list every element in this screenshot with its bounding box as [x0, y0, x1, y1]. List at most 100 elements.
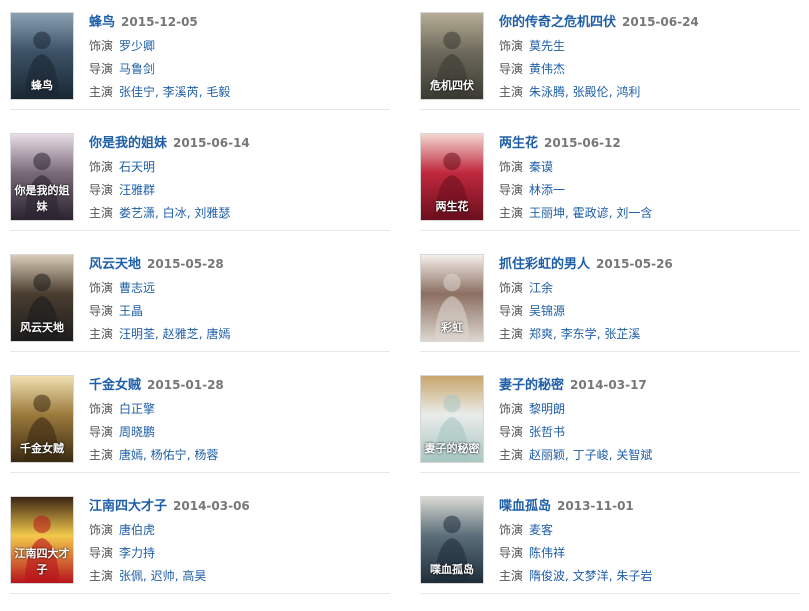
poster-image[interactable]: 千金女贼 — [10, 375, 74, 463]
cast-member-link[interactable]: 唐嫣 — [119, 448, 143, 462]
release-date: 2015-05-26 — [596, 257, 673, 271]
role-row: 饰演 白正擎 — [89, 400, 389, 418]
director-link[interactable]: 李力持 — [119, 546, 155, 560]
cast-row: 主演 朱泳腾, 张殿伦, 鸿利 — [499, 83, 799, 101]
cast-label: 主演 — [499, 448, 524, 462]
row-divider — [420, 351, 800, 352]
drama-title-link[interactable]: 千金女贼 — [89, 378, 141, 393]
cast-member-link[interactable]: 张芷溪 — [604, 327, 640, 341]
row-divider — [10, 351, 390, 352]
cast-row: 主演 郑爽, 李东学, 张芷溪 — [499, 325, 799, 343]
cast-member-link[interactable]: 李溪芮 — [163, 85, 199, 99]
cast-member-link[interactable]: 杨佑宁 — [151, 448, 187, 462]
role-name: 白正擎 — [119, 402, 156, 416]
cast-member-link[interactable]: 关智斌 — [616, 448, 652, 462]
director-row: 导演 林添一 — [499, 181, 799, 199]
director-label: 导演 — [499, 62, 524, 76]
director-row: 导演 马鲁剑 — [89, 60, 389, 78]
cast-separator: , — [155, 206, 163, 220]
director-link[interactable]: 汪雅群 — [119, 183, 155, 197]
drama-title-link[interactable]: 喋血孤岛 — [499, 499, 551, 514]
director-link[interactable]: 张哲书 — [529, 425, 565, 439]
cast-member-link[interactable]: 鸿利 — [616, 85, 640, 99]
director-label: 导演 — [89, 304, 114, 318]
role-row: 饰演 曹志远 — [89, 279, 389, 297]
director-row: 导演 张哲书 — [499, 423, 799, 441]
cast-member-link[interactable]: 李东学 — [561, 327, 597, 341]
director-link[interactable]: 马鲁剑 — [119, 62, 155, 76]
cast-member-link[interactable]: 赵雅芝 — [163, 327, 199, 341]
cast-member-link[interactable]: 朱子岩 — [616, 569, 652, 583]
drama-info: 风云天地 2015-05-28 饰演 曹志远 导演 王晶 主演 汪明荃, 赵雅芝, 唐嫣 — [89, 255, 389, 343]
cast-label: 主演 — [89, 448, 114, 462]
cast-member-link[interactable]: 隋俊波 — [529, 569, 565, 583]
drama-info: 蜂鸟 2015-12-05 饰演 罗少卿 导演 马鲁剑 主演 张佳宁, 李溪芮, 毛毅 — [89, 13, 389, 101]
drama-title-link[interactable]: 你是我的姐妹 — [89, 136, 167, 151]
director-link[interactable]: 王晶 — [119, 304, 143, 318]
drama-title-link[interactable]: 两生花 — [499, 136, 538, 151]
drama-info: 喋血孤岛 2013-11-01 饰演 麦客 导演 陈伟祥 主演 隋俊波, 文梦洋, 朱子岩 — [499, 497, 799, 585]
role-name: 黎明朗 — [529, 402, 566, 416]
poster-image[interactable]: 彩虹 — [420, 254, 484, 342]
cast-member-link[interactable]: 汪明荃 — [119, 327, 155, 341]
poster-image[interactable]: 风云天地 — [10, 254, 74, 342]
cast-member-link[interactable]: 唐嫣 — [206, 327, 230, 341]
row-divider — [420, 593, 800, 594]
role-row: 饰演 秦谟 — [499, 158, 799, 176]
drama-title-link[interactable]: 江南四大才子 — [89, 499, 167, 514]
cast-member-link[interactable]: 丁子峻 — [573, 448, 609, 462]
director-link[interactable]: 林添一 — [529, 183, 565, 197]
cast-member-link[interactable]: 张佩 — [119, 569, 143, 583]
drama-title-link[interactable]: 风云天地 — [89, 257, 141, 272]
drama-title-link[interactable]: 蜂鸟 — [89, 15, 115, 30]
director-label: 导演 — [89, 62, 114, 76]
drama-info: 妻子的秘密 2014-03-17 饰演 黎明朗 导演 张哲书 主演 赵丽颖, 丁子峻, 关智斌 — [499, 376, 799, 464]
release-date: 2015-12-05 — [121, 15, 198, 29]
cast-row: 主演 张佩, 迟帅, 高昊 — [89, 567, 389, 585]
row-divider — [420, 472, 800, 473]
director-link[interactable]: 周晓鹏 — [119, 425, 155, 439]
cast-member-link[interactable]: 高昊 — [182, 569, 206, 583]
row-divider — [10, 593, 390, 594]
role-name: 罗少卿 — [119, 39, 156, 53]
director-link[interactable]: 黄伟杰 — [529, 62, 565, 76]
cast-member-link[interactable]: 郑爽 — [529, 327, 553, 341]
director-link[interactable]: 陈伟祥 — [529, 546, 565, 560]
cast-member-link[interactable]: 刘一含 — [616, 206, 652, 220]
role-label: 饰演 — [89, 523, 114, 537]
cast-member-link[interactable]: 张佳宁 — [119, 85, 155, 99]
cast-member-link[interactable]: 娄艺潇 — [119, 206, 155, 220]
poster-image[interactable]: 江南四大才子 — [10, 496, 74, 584]
cast-label: 主演 — [89, 206, 114, 220]
cast-member-link[interactable]: 朱泳腾 — [529, 85, 565, 99]
cast-member-link[interactable]: 杨蓉 — [194, 448, 218, 462]
cast-member-link[interactable]: 毛毅 — [206, 85, 230, 99]
drama-title-link[interactable]: 你的传奇之危机四伏 — [499, 15, 616, 30]
poster-image[interactable]: 蜂鸟 — [10, 12, 74, 100]
cast-member-link[interactable]: 张殿伦 — [573, 85, 609, 99]
drama-item: 妻子的秘密 妻子的秘密 2014-03-17 饰演 黎明朗 导演 张哲书 主演 赵丽颖, 丁子峻… — [410, 363, 800, 473]
role-name: 江余 — [529, 281, 554, 295]
drama-info: 江南四大才子 2014-03-06 饰演 唐伯虎 导演 李力持 主演 张佩, 迟帅, 高昊 — [89, 497, 389, 585]
cast-member-link[interactable]: 白冰 — [163, 206, 187, 220]
poster-image[interactable]: 你是我的姐妹 — [10, 133, 74, 221]
cast-member-link[interactable]: 王丽坤 — [529, 206, 565, 220]
cast-member-link[interactable]: 刘雅瑟 — [194, 206, 230, 220]
drama-title-link[interactable]: 妻子的秘密 — [499, 378, 564, 393]
poster-image[interactable]: 危机四伏 — [420, 12, 484, 100]
cast-member-link[interactable]: 赵丽颖 — [529, 448, 565, 462]
release-date: 2015-06-14 — [173, 136, 250, 150]
director-label: 导演 — [499, 425, 524, 439]
poster-image[interactable]: 喋血孤岛 — [420, 496, 484, 584]
cast-member-link[interactable]: 迟帅 — [151, 569, 175, 583]
drama-info: 你是我的姐妹 2015-06-14 饰演 石天明 导演 汪雅群 主演 娄艺潇, 白冰, 刘雅瑟 — [89, 134, 389, 222]
poster-image[interactable]: 妻子的秘密 — [420, 375, 484, 463]
poster-image[interactable]: 两生花 — [420, 133, 484, 221]
cast-member-link[interactable]: 霍政谚 — [573, 206, 609, 220]
drama-item: 彩虹 抓住彩虹的男人 2015-05-26 饰演 江余 导演 吴锦源 主演 郑爽, 李东学, 张… — [410, 242, 800, 352]
drama-title-link[interactable]: 抓住彩虹的男人 — [499, 257, 590, 272]
cast-row: 主演 张佳宁, 李溪芮, 毛毅 — [89, 83, 389, 101]
poster-caption: 妻子的秘密 — [424, 442, 480, 455]
director-link[interactable]: 吴锦源 — [529, 304, 565, 318]
cast-member-link[interactable]: 文梦洋 — [573, 569, 609, 583]
